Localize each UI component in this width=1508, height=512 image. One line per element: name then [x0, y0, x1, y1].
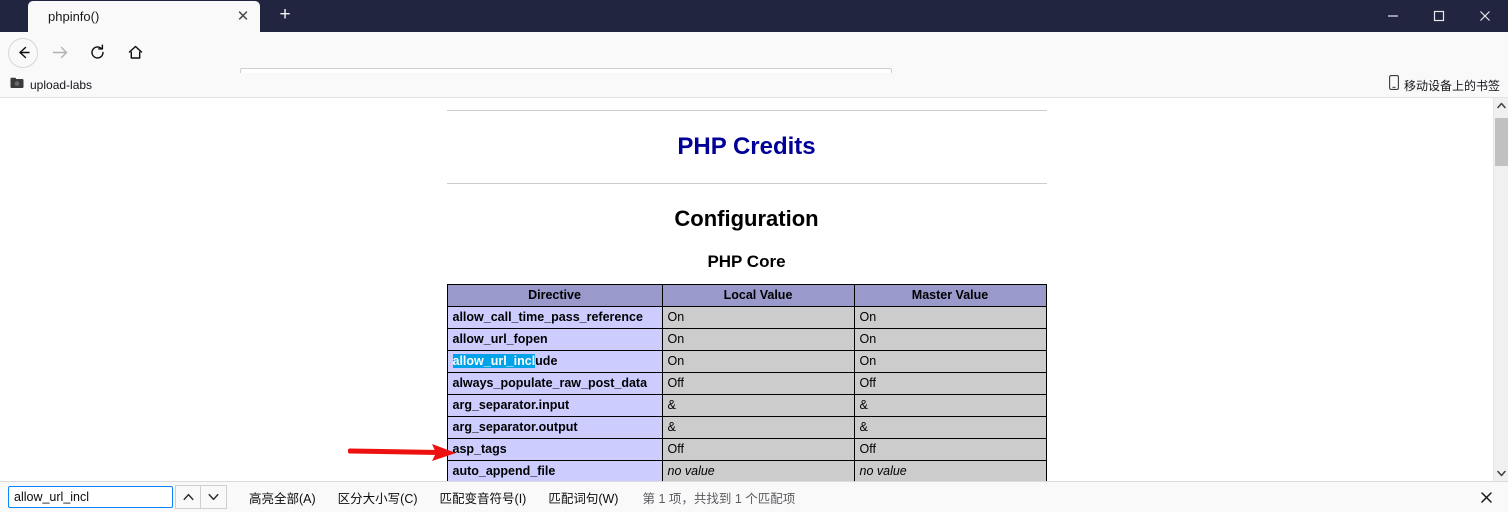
cell-directive: auto_append_file: [446, 460, 663, 481]
cell-local-value: &: [661, 394, 855, 417]
scroll-up-icon[interactable]: [1494, 98, 1508, 113]
page-scrollbar[interactable]: [1493, 98, 1508, 481]
column-header-local-value: Local Value: [661, 284, 855, 307]
annotation-arrow-icon: [348, 444, 456, 461]
cell-master-value: On: [853, 306, 1047, 329]
tab-phpinfo[interactable]: phpinfo() ✕: [28, 1, 260, 32]
cell-master-value: On: [853, 328, 1047, 351]
cell-local-value: &: [661, 416, 855, 439]
table-row: arg_separator.output & &: [446, 416, 1047, 439]
find-previous-button[interactable]: [175, 485, 201, 509]
table-row: always_populate_raw_post_data Off Off: [446, 372, 1047, 395]
configuration-heading: Configuration: [674, 206, 819, 231]
bookmarks-bar: upload-labs 移动设备上的书签: [0, 73, 1508, 98]
cell-directive: asp_tags: [446, 438, 663, 461]
table-row: arg_separator.input & &: [446, 394, 1047, 417]
table-row: allow_call_time_pass_reference On On: [446, 306, 1047, 329]
cell-local-value: On: [661, 306, 855, 329]
phpinfo-page: PHP Credits Configuration PHP Core Direc…: [446, 98, 1047, 481]
find-whole-words-option[interactable]: 匹配词句(W): [548, 488, 618, 507]
php-core-table: Directive Local Value Master Value allow…: [446, 284, 1047, 481]
cell-master-value-text: no value: [859, 464, 907, 478]
back-button[interactable]: [8, 37, 38, 68]
bookmark-item-upload-labs[interactable]: upload-labs: [10, 76, 92, 94]
tab-bar: phpinfo() ✕ +: [0, 0, 1508, 32]
cell-directive: always_populate_raw_post_data: [446, 372, 663, 395]
table-row: auto_append_file no value no value: [446, 460, 1047, 481]
cell-master-value: &: [853, 394, 1047, 417]
close-icon[interactable]: ✕: [234, 8, 252, 26]
table-row: asp_tags Off Off: [446, 438, 1047, 461]
bookmark-label: upload-labs: [30, 78, 93, 92]
minimize-icon[interactable]: [1370, 0, 1416, 32]
cell-directive: allow_call_time_pass_reference: [446, 306, 663, 329]
reload-button[interactable]: [80, 37, 114, 69]
cell-master-value: no value: [853, 460, 1047, 481]
cell-directive: allow_url_fopen: [446, 328, 663, 351]
folder-icon: [10, 76, 24, 94]
navigation-toolbar: 192.168.239.131/fileinclude/include.php?…: [0, 32, 1508, 98]
mobile-device-icon: [1389, 75, 1399, 95]
php-credits-heading: PHP Credits: [677, 133, 816, 160]
table-row: allow_url_fopen On On: [446, 328, 1047, 351]
find-match-case-option[interactable]: 区分大小写(C): [338, 488, 418, 507]
cell-local-value: On: [661, 350, 855, 373]
scrollbar-thumb[interactable]: [1495, 118, 1508, 166]
window-controls: [1370, 0, 1508, 32]
table-row-allow-url-include: allow_url_include On On: [446, 350, 1047, 373]
column-header-master-value: Master Value: [853, 284, 1047, 307]
php-core-heading: PHP Core: [707, 252, 786, 271]
maximize-icon[interactable]: [1416, 0, 1462, 32]
table-body: allow_call_time_pass_reference On On all…: [446, 306, 1047, 481]
cell-directive-highlighted: allow_url_include: [446, 350, 663, 373]
find-bar: 高亮全部(A) 区分大小写(C) 匹配变音符号(I) 匹配词句(W) 第 1 项…: [0, 481, 1508, 512]
find-nav-buttons: [175, 485, 227, 509]
divider-bottom: [446, 183, 1047, 184]
cell-directive: arg_separator.input: [446, 394, 663, 417]
find-match-diacritics-option[interactable]: 匹配变音符号(I): [440, 488, 527, 507]
find-highlight: allow_url_incl: [452, 354, 536, 368]
cell-master-value: Off: [853, 372, 1047, 395]
cell-local-value: Off: [661, 438, 855, 461]
scroll-down-icon[interactable]: [1494, 466, 1508, 481]
cell-directive: arg_separator.output: [446, 416, 663, 439]
home-button[interactable]: [118, 37, 152, 69]
cell-directive-rest: ude: [535, 354, 558, 368]
tab-title: phpinfo(): [48, 9, 100, 24]
find-highlight-all-option[interactable]: 高亮全部(A): [249, 488, 316, 507]
browser-window: phpinfo() ✕ + upload-labs 移动设备上的书签 PHP C…: [0, 0, 1508, 512]
find-close-icon[interactable]: [1476, 487, 1496, 507]
column-header-directive: Directive: [446, 284, 663, 307]
mobile-bookmarks-label: 移动设备上的书签: [1403, 78, 1500, 93]
table-header-row: Directive Local Value Master Value: [446, 284, 1047, 307]
find-next-button[interactable]: [201, 485, 227, 509]
cell-local-value: On: [661, 328, 855, 351]
window-close-icon[interactable]: [1462, 0, 1508, 32]
cell-local-value: Off: [661, 372, 855, 395]
cell-master-value: &: [853, 416, 1047, 439]
cell-local-value: no value: [661, 460, 855, 481]
cell-local-value-text: no value: [667, 464, 715, 478]
forward-button[interactable]: [42, 37, 76, 69]
page-content: PHP Credits Configuration PHP Core Direc…: [0, 98, 1493, 481]
find-input[interactable]: [8, 486, 173, 508]
cell-master-value: On: [853, 350, 1047, 373]
cell-master-value: Off: [853, 438, 1047, 461]
find-status-text: 第 1 项，共找到 1 个匹配项: [642, 491, 796, 506]
divider-top: [446, 110, 1047, 111]
mobile-bookmarks-item[interactable]: 移动设备上的书签: [1389, 75, 1500, 95]
new-tab-button[interactable]: +: [272, 4, 298, 28]
